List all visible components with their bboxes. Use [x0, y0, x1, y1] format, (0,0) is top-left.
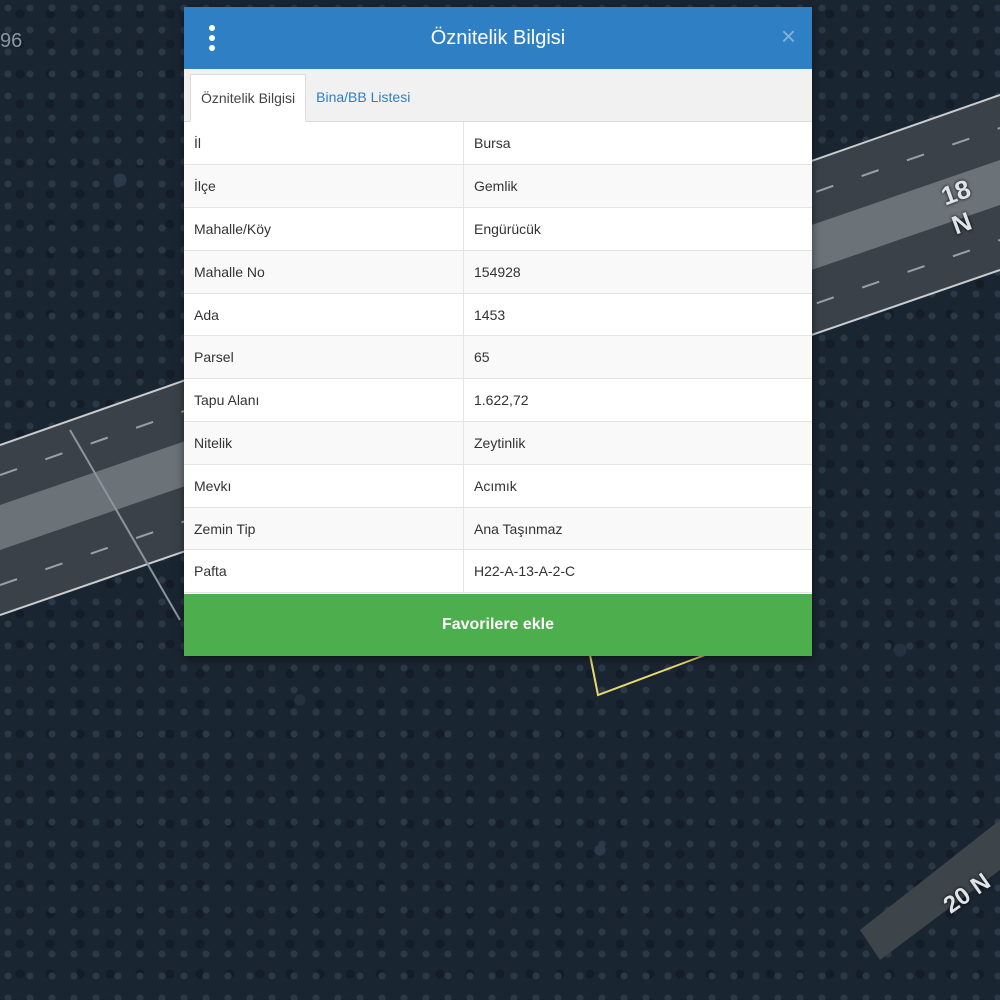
- panel-title: Öznitelik Bilgisi: [430, 26, 566, 49]
- attribute-table: İl Bursa İlçe Gemlik Mahalle/Köy Engürüc…: [184, 122, 812, 594]
- tab-attribute-info[interactable]: Öznitelik Bilgisi: [190, 74, 307, 122]
- table-row: Parsel 65: [184, 335, 812, 380]
- table-row: Mahalle No 154928: [184, 250, 812, 294]
- attribute-value: Gemlik: [463, 164, 812, 209]
- table-row: Nitelik Zeytinlik: [184, 421, 812, 465]
- attribute-value: Zeytinlik: [463, 421, 812, 465]
- attribute-key: Mahalle No: [184, 250, 464, 294]
- attribute-info-panel: Öznitelik Bilgisi × Öznitelik Bilgisi Bi…: [184, 7, 812, 656]
- kebab-menu-icon[interactable]: [208, 25, 216, 51]
- tab-bar: Öznitelik Bilgisi Bina/BB Listesi: [184, 69, 812, 122]
- attribute-value: H22-A-13-A-2-C: [463, 549, 812, 594]
- table-row: Mahalle/Köy Engürücük: [184, 207, 812, 251]
- attribute-value: Engürücük: [463, 207, 812, 251]
- close-icon[interactable]: ×: [781, 21, 796, 51]
- attribute-value: Acımık: [463, 464, 812, 508]
- menu-dot: [209, 25, 215, 31]
- table-row: Mevkı Acımık: [184, 464, 812, 508]
- attribute-value: 1.622,72: [463, 378, 812, 423]
- attribute-value: 1453: [463, 293, 812, 337]
- attribute-key: Tapu Alanı: [184, 378, 464, 423]
- attribute-value: Bursa: [463, 122, 812, 166]
- table-row: Ada 1453: [184, 293, 812, 337]
- table-row: Zemin Tip Ana Taşınmaz: [184, 507, 812, 551]
- attribute-key: Mahalle/Köy: [184, 207, 464, 251]
- table-row: İlçe Gemlik: [184, 164, 812, 209]
- table-row: İl Bursa: [184, 122, 812, 166]
- table-row: Pafta H22-A-13-A-2-C: [184, 549, 812, 594]
- attribute-key: İlçe: [184, 164, 464, 209]
- attribute-key: Nitelik: [184, 421, 464, 465]
- menu-dot: [209, 45, 215, 51]
- add-to-favorites-button[interactable]: Favorilere ekle: [184, 594, 812, 656]
- attribute-key: İl: [184, 122, 464, 166]
- attribute-key: Parsel: [184, 335, 464, 380]
- attribute-key: Pafta: [184, 549, 464, 594]
- tab-building-list[interactable]: Bina/BB Listesi: [306, 73, 420, 121]
- attribute-value: 65: [463, 335, 812, 380]
- attribute-value: Ana Taşınmaz: [463, 507, 812, 551]
- attribute-key: Ada: [184, 293, 464, 337]
- table-row: Tapu Alanı 1.622,72: [184, 378, 812, 423]
- menu-dot: [209, 35, 215, 41]
- attribute-key: Zemin Tip: [184, 507, 464, 551]
- panel-header: Öznitelik Bilgisi ×: [184, 7, 812, 69]
- map-coordinate-label: 96: [0, 30, 23, 52]
- parcel-outline: [589, 654, 706, 697]
- attribute-key: Mevkı: [184, 464, 464, 508]
- attribute-value: 154928: [463, 250, 812, 294]
